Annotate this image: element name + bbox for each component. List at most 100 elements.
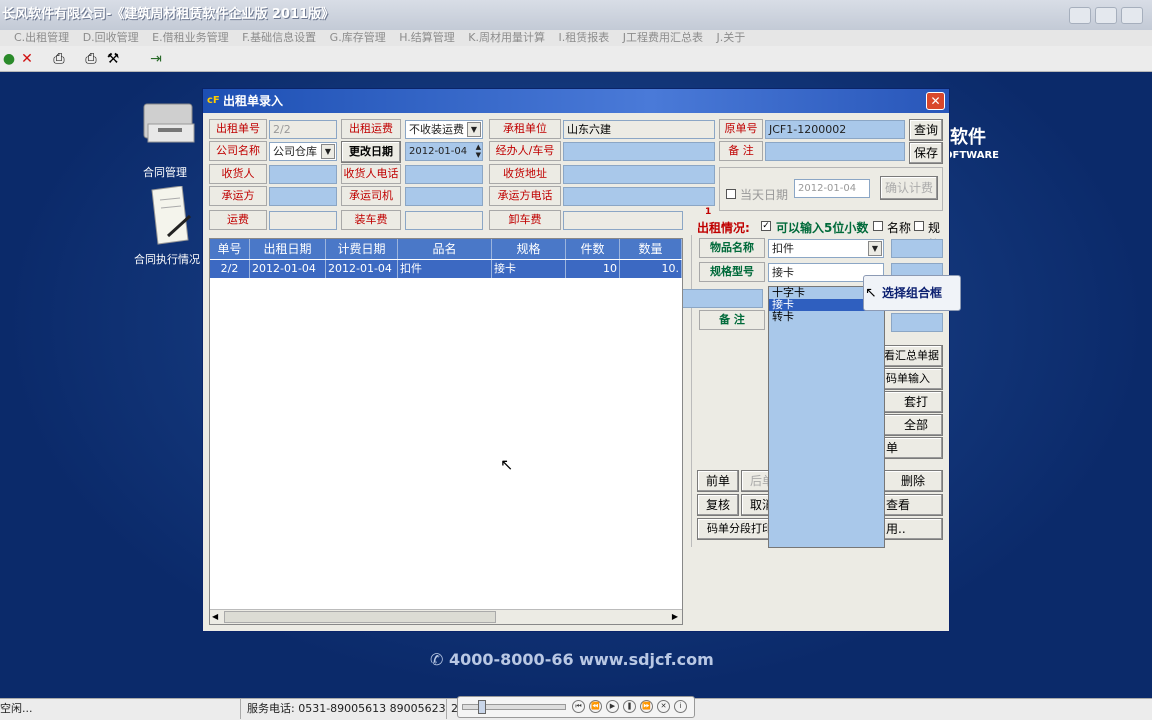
change-date-button[interactable]: 更改日期 (341, 141, 401, 163)
scroll-left-icon[interactable]: ◀ (212, 610, 218, 624)
tools-icon[interactable]: ⚒ (104, 50, 122, 68)
delete-icon[interactable]: ✕ (18, 50, 36, 68)
table-cell[interactable]: 2/2 (210, 260, 250, 278)
unload-fee-field[interactable] (563, 211, 683, 230)
spec-checkbox[interactable] (914, 221, 924, 231)
spec-dropdown-list[interactable]: 十字卡 接卡 转卡 (768, 286, 885, 548)
freight-fee-field[interactable] (269, 211, 337, 230)
menu-item[interactable]: H.结算管理 (399, 31, 455, 44)
use-button[interactable]: 用.. (883, 518, 943, 540)
media-player-bar[interactable]: ⏮ ⏪ ▶ ❚ ⏩ ✕ i (457, 696, 695, 718)
menu-item[interactable]: I.租赁报表 (559, 31, 610, 44)
pause-icon[interactable]: ❚ (623, 700, 636, 713)
menu-item[interactable]: G.库存管理 (330, 31, 386, 44)
chevron-down-icon[interactable]: ▼ (321, 144, 335, 159)
grid-header-cell[interactable]: 件数 (566, 239, 620, 259)
grid-header-cell[interactable]: 数量 (620, 239, 682, 259)
item-qty-field[interactable] (891, 239, 943, 258)
rent-items-grid[interactable]: 单号 出租日期 计费日期 品名 规格 件数 数量 2/2 2012-01-04 … (209, 238, 683, 625)
horizontal-scrollbar[interactable]: ◀ ▶ (210, 609, 682, 624)
menu-item[interactable]: K.周材用量计算 (468, 31, 545, 44)
date-field[interactable]: 2012-01-04 ▲ ▼ (405, 142, 483, 161)
print-icon[interactable]: ⎙ (50, 50, 68, 68)
query-button[interactable]: 查询 (909, 119, 943, 141)
receive-addr-field[interactable] (563, 165, 715, 184)
menu-item-rent[interactable]: C.出租管理 (14, 31, 69, 44)
lessee-field[interactable]: 山东六建 (563, 120, 715, 139)
exit-icon[interactable]: ⇥ (147, 50, 165, 68)
menu-item[interactable]: J工程费用汇总表 (623, 31, 703, 44)
contract-mgmt-label[interactable]: 合同管理 (132, 164, 198, 180)
carrier-field[interactable] (269, 187, 337, 206)
receiver-phone-field[interactable] (405, 165, 483, 184)
play-icon[interactable]: ▶ (606, 700, 619, 713)
table-cell[interactable]: 扣件 (398, 260, 492, 278)
maximize-button[interactable] (1095, 7, 1117, 24)
contract-exec-icon[interactable] (148, 185, 194, 246)
handler-field[interactable] (563, 142, 715, 161)
dropdown-option[interactable]: 转卡 (769, 311, 884, 323)
rewind-icon[interactable]: ⏪ (589, 700, 602, 713)
save-button[interactable]: 保存 (909, 142, 943, 164)
info-icon[interactable]: i (674, 700, 687, 713)
grid-header-cell[interactable]: 规格 (492, 239, 566, 259)
view-button[interactable]: 查看 (883, 494, 943, 516)
grid-header-cell[interactable]: 出租日期 (250, 239, 326, 259)
freight-combo[interactable]: 不收装运费 ▼ (405, 120, 483, 139)
scroll-right-icon[interactable]: ▶ (672, 610, 678, 624)
carrier-phone-field[interactable] (563, 187, 715, 206)
summary-doc-button[interactable]: 看汇总单据 (875, 345, 943, 367)
chevron-down-icon[interactable]: ▼ (467, 122, 481, 137)
item-name-combo[interactable]: 扣件 ▼ (768, 239, 884, 258)
all-button[interactable]: 全部 (875, 414, 943, 436)
table-cell[interactable]: 10. (620, 260, 682, 278)
contract-mgmt-icon[interactable] (138, 98, 200, 158)
skip-start-icon[interactable]: ⏮ (572, 700, 585, 713)
same-day-checkbox[interactable] (726, 189, 736, 199)
close-app-button[interactable] (1121, 7, 1143, 24)
load-fee-field[interactable] (405, 211, 483, 230)
carrier-driver-field[interactable] (405, 187, 483, 206)
app-title-bar: 长风软件有限公司-《建筑周材租赁软件企业版 2011版》 (0, 0, 1152, 30)
dialog-close-button[interactable]: ✕ (926, 92, 945, 110)
menu-item[interactable]: F.基础信息设置 (242, 31, 316, 44)
table-cell[interactable]: 10 (566, 260, 620, 278)
orig-no-field[interactable]: JCF1-1200002 (765, 120, 905, 139)
item-remark-field[interactable] (891, 313, 943, 332)
grid-header-cell[interactable]: 品名 (398, 239, 492, 259)
grid-header-cell[interactable]: 计费日期 (326, 239, 398, 259)
print-preview-icon[interactable]: ⎙ (82, 50, 100, 68)
confirm-calc-button[interactable]: 确认计费 (880, 176, 938, 200)
refresh-icon[interactable]: ● (0, 50, 18, 68)
scrollbar-thumb[interactable] (224, 611, 496, 623)
freight-combo-value: 不收装运费 (409, 123, 464, 136)
table-cell[interactable]: 2012-01-04 (326, 260, 398, 278)
decimal-checkbox[interactable]: ✓ (761, 221, 771, 231)
minimize-button[interactable] (1069, 7, 1091, 24)
code-entry-button[interactable]: 码单输入 (875, 368, 943, 390)
spinner-icon[interactable]: ▲ ▼ (476, 143, 481, 159)
delete-button[interactable]: 删除 (883, 470, 943, 492)
remark-field[interactable] (765, 142, 905, 161)
company-combo[interactable]: 公司仓库 ▼ (269, 142, 337, 161)
name-checkbox[interactable] (873, 221, 883, 231)
menu-item[interactable]: E.借租业务管理 (152, 31, 228, 44)
menu-item[interactable]: J.关于 (717, 31, 746, 44)
single-button[interactable]: 单 (875, 437, 943, 459)
same-day-date-field[interactable]: 2012-01-04 (794, 179, 870, 198)
prev-order-button[interactable]: 前单 (697, 470, 739, 492)
table-cell[interactable]: 2012-01-04 (250, 260, 326, 278)
fast-forward-icon[interactable]: ⏩ (640, 700, 653, 713)
grid-header-cell[interactable]: 单号 (210, 239, 250, 259)
seek-handle[interactable] (478, 700, 486, 714)
receiver-field[interactable] (269, 165, 337, 184)
order-no-field[interactable]: 2/2 (269, 120, 337, 139)
stop-icon[interactable]: ✕ (657, 700, 670, 713)
table-cell[interactable]: 接卡 (492, 260, 566, 278)
review-button[interactable]: 复核 (697, 494, 739, 516)
contract-exec-label[interactable]: 合同执行情况 (130, 251, 204, 267)
menu-item[interactable]: D.回收管理 (83, 31, 139, 44)
chevron-down-icon[interactable]: ▼ (868, 241, 882, 256)
template-print-button[interactable]: 套打 (875, 391, 943, 413)
dialog-title-bar: cF 出租单录入 ✕ (203, 89, 949, 113)
